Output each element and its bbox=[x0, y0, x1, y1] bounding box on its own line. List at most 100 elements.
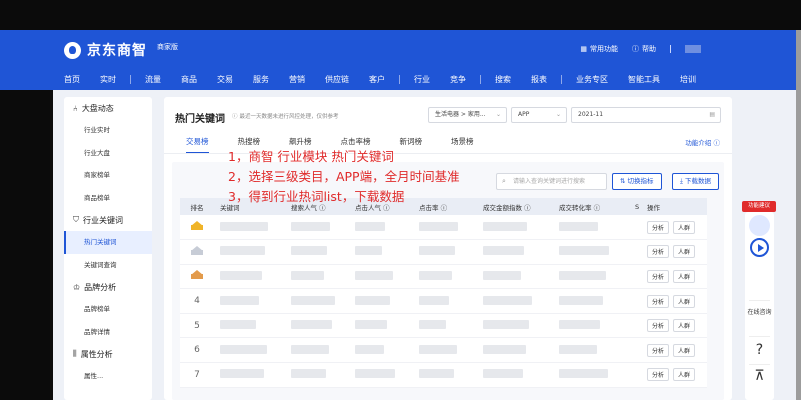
nav-item-competition[interactable]: 竞争 bbox=[450, 74, 466, 85]
col-actions: 操作 bbox=[641, 198, 707, 215]
nav-item-reports[interactable]: 报表 bbox=[531, 74, 547, 85]
switch-metrics-button[interactable]: ⇅ 切换指标 bbox=[612, 173, 662, 190]
masked-value bbox=[291, 344, 329, 354]
sidebar-item-merchant-rank[interactable]: 商家榜单 bbox=[64, 164, 152, 187]
help-icon[interactable]: ? bbox=[745, 342, 774, 358]
keyword-search-input[interactable]: ⌕ 请输入查询关键词进行搜索 bbox=[496, 173, 607, 190]
analyze-button[interactable]: 分析 bbox=[647, 220, 670, 234]
col-gmv-index[interactable]: 成交金额指数 ⓘ bbox=[477, 198, 553, 215]
nav-item-transactions[interactable]: 交易 bbox=[217, 74, 233, 85]
tab-transaction[interactable]: 交易榜 bbox=[186, 136, 209, 154]
play-icon[interactable] bbox=[750, 238, 769, 257]
platform-select[interactable]: APP ⌄ bbox=[511, 107, 567, 123]
masked-value bbox=[483, 369, 523, 379]
nav-item-home[interactable]: 首页 bbox=[64, 74, 80, 85]
panel-divider bbox=[749, 336, 770, 337]
rank-cell: 5 bbox=[180, 313, 214, 339]
masked-cell bbox=[285, 337, 349, 364]
sidebar-item-brand-rank[interactable]: 品牌榜单 bbox=[64, 298, 152, 321]
nav-item-smart-tools[interactable]: 智能工具 bbox=[628, 74, 660, 85]
masked-value bbox=[483, 270, 521, 280]
sidebar-group-brand[interactable]: ♔ 品牌分析 bbox=[64, 276, 152, 298]
crowd-button[interactable]: 人群 bbox=[673, 343, 696, 357]
user-account[interactable] bbox=[685, 45, 701, 53]
nav-item-search[interactable]: 搜索 bbox=[495, 74, 511, 85]
col-conversion-rate[interactable]: 成交转化率 ⓘ bbox=[553, 198, 629, 215]
analyze-button[interactable]: 分析 bbox=[647, 245, 670, 259]
masked-value bbox=[355, 246, 382, 256]
sidebar-item-attribute-sub[interactable]: 属性... bbox=[64, 365, 152, 388]
crowd-button[interactable]: 人群 bbox=[673, 294, 696, 308]
common-functions-button[interactable]: ▦ 常用功能 bbox=[580, 44, 618, 54]
date-select[interactable]: 2021-11 ▤ bbox=[571, 107, 721, 123]
masked-cell bbox=[214, 288, 285, 314]
sidebar-group-keywords[interactable]: ⛉ 行业关键词 bbox=[64, 209, 152, 231]
analyze-button[interactable]: 分析 bbox=[647, 294, 670, 308]
nav-divider bbox=[399, 75, 400, 84]
crowd-button[interactable]: 人群 bbox=[673, 269, 696, 283]
masked-cell bbox=[285, 313, 349, 339]
masked-cell bbox=[285, 239, 349, 265]
analyze-button[interactable]: 分析 bbox=[647, 343, 670, 357]
sidebar-item-keyword-query[interactable]: 关键词查询 bbox=[64, 254, 152, 277]
sidebar-item-product-rank[interactable]: 商品榜单 bbox=[64, 187, 152, 210]
assistant-avatar-icon[interactable] bbox=[749, 215, 770, 236]
nav-item-marketing[interactable]: 营销 bbox=[289, 74, 305, 85]
help-button[interactable]: ⓘ 帮助 bbox=[632, 44, 656, 54]
rank-cell bbox=[180, 239, 214, 265]
masked-value bbox=[559, 246, 609, 256]
nav-item-customers[interactable]: 客户 bbox=[369, 74, 385, 85]
masked-value bbox=[419, 295, 449, 305]
page-title: 热门关键词 bbox=[175, 114, 225, 125]
analyze-button[interactable]: 分析 bbox=[647, 368, 670, 382]
grid-icon: ▦ bbox=[580, 45, 587, 53]
function-intro-link[interactable]: 功能介绍 ⓘ bbox=[685, 137, 720, 147]
sidebar-item-brand-detail[interactable]: 品牌详情 bbox=[64, 321, 152, 344]
right-float-panel: 在线咨询 ? ⊼ bbox=[745, 212, 774, 400]
nav-item-supply-chain[interactable]: 供应链 bbox=[325, 74, 349, 85]
table-row: 分析 人群 bbox=[180, 215, 707, 241]
info-icon: ⓘ bbox=[232, 114, 238, 120]
rank-cell: 7 bbox=[180, 362, 214, 388]
analyze-button[interactable]: 分析 bbox=[647, 319, 670, 333]
crowd-button[interactable]: 人群 bbox=[673, 245, 696, 259]
masked-cell bbox=[553, 337, 629, 364]
sidebar-group-market[interactable]: ⑃ 大盘动态 bbox=[64, 97, 152, 119]
masked-cell bbox=[349, 264, 413, 290]
nav-item-service[interactable]: 服务 bbox=[253, 74, 269, 85]
masked-value bbox=[559, 344, 597, 354]
sidebar-group-attribute[interactable]: ⫼ 属性分析 bbox=[64, 343, 152, 365]
download-data-button[interactable]: ⤓ 下载数据 bbox=[672, 173, 719, 190]
back-to-top-icon[interactable]: ⊼ bbox=[745, 368, 774, 384]
analyze-button[interactable]: 分析 bbox=[647, 269, 670, 283]
masked-cell bbox=[214, 239, 285, 265]
masked-value bbox=[220, 369, 264, 379]
sidebar-item-industry-overview[interactable]: 行业大盘 bbox=[64, 142, 152, 165]
masked-value bbox=[291, 221, 330, 231]
nav-item-business-zone[interactable]: 业务专区 bbox=[576, 74, 608, 85]
crowd-button[interactable]: 人群 bbox=[673, 368, 696, 382]
nav-item-products[interactable]: 商品 bbox=[181, 74, 197, 85]
feedback-button[interactable]: 功能建议 bbox=[742, 201, 776, 212]
logo[interactable]: 京东商智 商家版 bbox=[64, 40, 178, 60]
table-row: 5 分析 人群 bbox=[180, 313, 707, 339]
masked-value bbox=[355, 221, 385, 231]
crowd-button[interactable]: 人群 bbox=[673, 220, 696, 234]
logo-badge: 商家版 bbox=[157, 43, 178, 51]
masked-value bbox=[220, 221, 268, 231]
actions-cell: 分析 人群 bbox=[641, 337, 707, 364]
masked-value bbox=[220, 344, 267, 354]
masked-cell bbox=[413, 313, 477, 339]
nav-item-realtime[interactable]: 实时 bbox=[100, 74, 116, 85]
sidebar-item-industry-realtime[interactable]: 行业实时 bbox=[64, 119, 152, 142]
nav-item-traffic[interactable]: 流量 bbox=[145, 74, 161, 85]
masked-cell bbox=[553, 239, 629, 265]
scrollbar[interactable] bbox=[796, 30, 801, 400]
crowd-button[interactable]: 人群 bbox=[673, 319, 696, 333]
masked-cell bbox=[285, 215, 349, 241]
nav-item-training[interactable]: 培训 bbox=[680, 74, 696, 85]
sidebar-item-hot-keywords[interactable]: 热门关键词 bbox=[64, 231, 152, 254]
online-consult-button[interactable]: 在线咨询 bbox=[745, 308, 774, 317]
switch-icon: ⇅ bbox=[620, 177, 628, 185]
category-select[interactable]: 生活电器 > 家用... ⌄ bbox=[428, 107, 507, 123]
